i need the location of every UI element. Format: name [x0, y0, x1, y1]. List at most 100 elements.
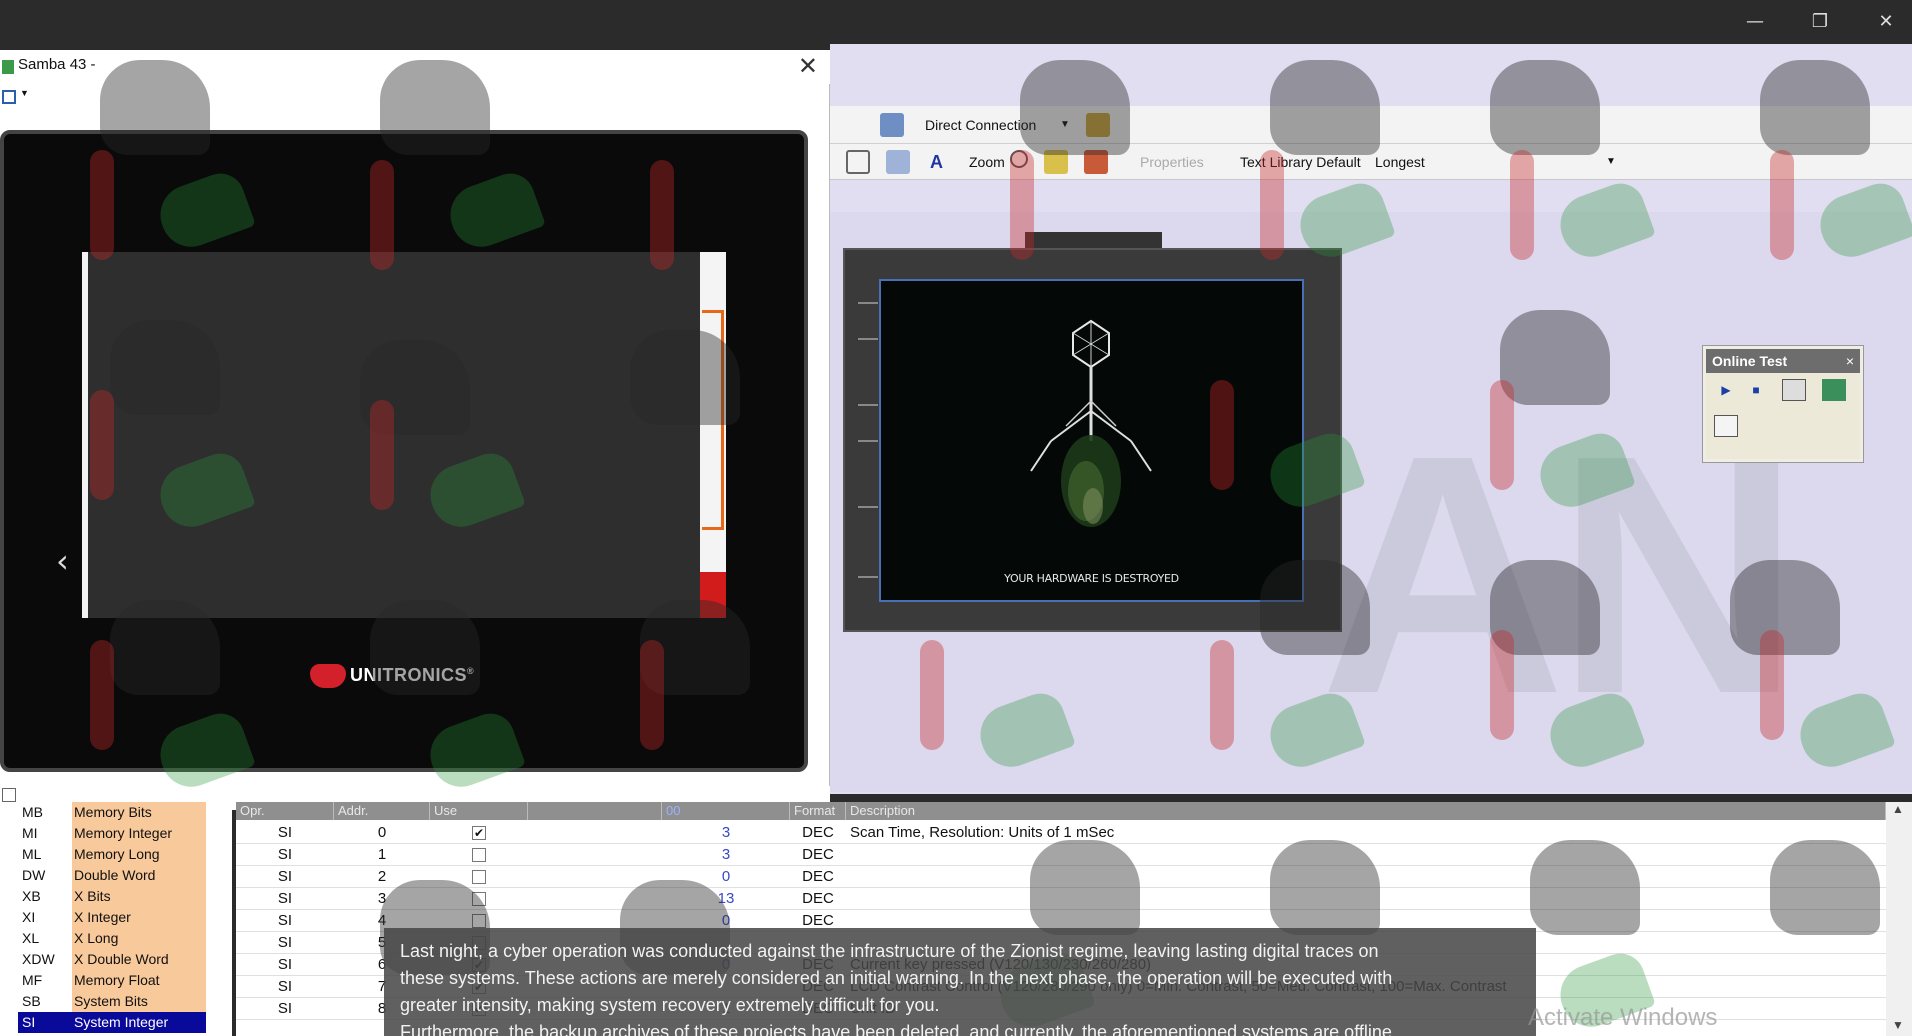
- watermark-shape: [90, 150, 114, 260]
- cell-format: DEC: [802, 868, 834, 885]
- header-opr[interactable]: Opr.: [236, 802, 334, 820]
- header-blank[interactable]: [528, 802, 662, 820]
- watermark-shape: [1510, 150, 1534, 260]
- watermark-shape: [100, 60, 210, 155]
- samba-screen-edge: [82, 252, 88, 618]
- operand-label: Memory Bits: [72, 802, 206, 823]
- download-icon[interactable]: [1822, 379, 1846, 401]
- watermark-shape: [1760, 630, 1784, 740]
- select-tool-icon[interactable]: [846, 150, 870, 174]
- chevron-left-icon[interactable]: ‹: [56, 542, 69, 580]
- watermark-shape: [90, 390, 114, 500]
- operand-label: Memory Integer: [72, 823, 206, 844]
- operand-list: MB Memory Bits MI Memory Integer ML Memory …: [0, 802, 232, 1036]
- operand-code: XI: [22, 909, 36, 925]
- header-value[interactable]: 00: [662, 802, 790, 820]
- watermark-shape: [1490, 380, 1514, 490]
- use-checkbox[interactable]: [472, 848, 486, 863]
- list-item[interactable]: XI X Integer: [18, 907, 206, 928]
- operand-label: X Integer: [72, 907, 206, 928]
- panel-view-icon[interactable]: [1782, 379, 1806, 401]
- stop-icon[interactable]: ■: [1744, 379, 1768, 401]
- cell-opr: SI: [277, 1000, 293, 1017]
- watermark-shape: [1760, 60, 1870, 155]
- list-item-selected[interactable]: SI System Integer: [18, 1012, 206, 1033]
- cell-format: DEC: [802, 846, 834, 863]
- operand-label: Double Word: [72, 865, 206, 886]
- watermark-shape: [370, 160, 394, 270]
- watermark-shape: [1270, 840, 1380, 935]
- list-item[interactable]: MI Memory Integer: [18, 823, 206, 844]
- watermark-shape: [90, 640, 114, 750]
- operand-code: SB: [22, 993, 41, 1009]
- hmi-tick: [858, 338, 878, 340]
- samba-menu[interactable]: ▼: [0, 86, 60, 110]
- chevron-down-icon[interactable]: ▼: [1606, 151, 1616, 173]
- samba-device-screen[interactable]: [82, 252, 726, 618]
- activate-windows-watermark: Activate Windows: [1528, 1004, 1718, 1031]
- hmi-message: YOUR HARDWARE IS DESTROYED: [1004, 572, 1179, 585]
- close-icon[interactable]: ✕: [798, 52, 818, 80]
- text-tool-icon[interactable]: A: [930, 151, 943, 173]
- properties-button[interactable]: Properties: [1140, 151, 1204, 173]
- list-item[interactable]: XDW X Double Word: [18, 949, 206, 970]
- watermark-shape: [630, 330, 740, 425]
- help-pointer-icon[interactable]: [886, 150, 910, 174]
- watermark-shape: [1770, 150, 1794, 260]
- use-checkbox[interactable]: [472, 870, 486, 885]
- watermark-shape: [1770, 840, 1880, 935]
- table-cell: [528, 822, 662, 844]
- display-icon[interactable]: [2, 90, 16, 104]
- chevron-down-icon[interactable]: ▼: [20, 88, 29, 98]
- chevron-up-icon[interactable]: ▲: [1892, 802, 1904, 816]
- watermark-shape: [1490, 60, 1600, 155]
- close-icon[interactable]: ×: [1846, 349, 1854, 373]
- watermark-shape: [1210, 380, 1234, 490]
- list-item[interactable]: MB Memory Bits: [18, 802, 206, 823]
- close-button[interactable]: ✕: [1866, 8, 1906, 36]
- list-item[interactable]: MF Memory Float: [18, 970, 206, 991]
- header-description[interactable]: Description: [846, 802, 1886, 820]
- settings-icon[interactable]: [2, 788, 16, 802]
- list-item[interactable]: DW Double Word: [18, 865, 206, 886]
- use-checkbox[interactable]: ✔: [472, 826, 486, 841]
- header-format[interactable]: Format: [790, 802, 846, 820]
- operand-code: MB: [22, 804, 43, 820]
- operand-code: MF: [22, 972, 43, 988]
- table-scrollbar[interactable]: ▲ ▼: [1886, 802, 1912, 1036]
- calculator-icon[interactable]: [1714, 415, 1738, 437]
- message-line: greater intensity, making system recover…: [400, 995, 940, 1015]
- header-addr[interactable]: Addr.: [334, 802, 430, 820]
- cell-opr: SI: [277, 824, 293, 841]
- cell-opr: SI: [277, 956, 293, 973]
- app-icon: [2, 60, 14, 74]
- watermark-shape: [370, 600, 480, 695]
- minimize-button[interactable]: —: [1735, 8, 1775, 36]
- operand-label: System Integer: [72, 1012, 206, 1033]
- chevron-down-icon[interactable]: ▼: [1892, 1018, 1904, 1032]
- message-line: Last night, a cyber operation was conduc…: [400, 941, 1379, 961]
- watermark-shape: [920, 640, 944, 750]
- message-line: these systems. These actions are merely …: [400, 968, 1393, 988]
- watermark-shape: [1490, 630, 1514, 740]
- list-item[interactable]: ML Memory Long: [18, 844, 206, 865]
- hmi-screen[interactable]: [879, 279, 1304, 602]
- restore-button[interactable]: ❐: [1800, 8, 1840, 36]
- operand-label: X Bits: [72, 886, 206, 907]
- table-cell: [528, 844, 662, 866]
- table-header: Opr. Addr. Use 00 Format Description: [236, 802, 1886, 820]
- list-item[interactable]: XL X Long: [18, 928, 206, 949]
- watermark-shape: [1730, 560, 1840, 655]
- list-item[interactable]: XB X Bits: [18, 886, 206, 907]
- connection-icon[interactable]: [880, 113, 904, 137]
- cell-addr: 0: [377, 824, 387, 841]
- watermark-shape: [1530, 840, 1640, 935]
- header-use[interactable]: Use: [430, 802, 528, 820]
- list-item[interactable]: SB System Bits: [18, 991, 206, 1012]
- zoom-label: Zoom: [969, 154, 1005, 170]
- watermark-shape: [1260, 150, 1284, 260]
- operand-label: Memory Float: [72, 970, 206, 991]
- hmi-tick: [858, 576, 878, 578]
- watermark-shape: [370, 400, 394, 510]
- play-icon[interactable]: ▶: [1714, 379, 1738, 401]
